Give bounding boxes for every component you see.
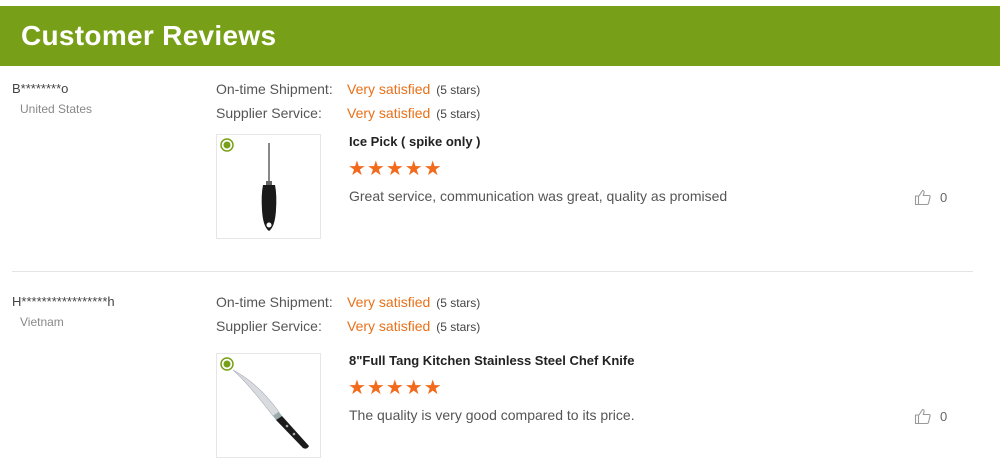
shipment-rating: On-time Shipment: Very satisfied (5 stars)	[216, 294, 480, 310]
service-value: Very satisfied	[347, 318, 431, 334]
review-comment: Great service, communication was great, …	[349, 188, 728, 204]
service-label: Supplier Service:	[216, 105, 322, 121]
shipment-stars: (5 stars)	[436, 83, 481, 97]
service-label: Supplier Service:	[216, 318, 322, 334]
review-comment: The quality is very good compared to its…	[349, 407, 635, 423]
helpful-button[interactable]: 0	[914, 188, 947, 206]
buyer-country: Vietnam	[20, 315, 64, 329]
star-rating: ★★★★★	[348, 158, 443, 180]
review-item: H*****************h Vietnam On-time Ship…	[0, 294, 1000, 474]
star-rating: ★★★★★	[348, 377, 443, 399]
shipment-label: On-time Shipment:	[216, 294, 333, 310]
service-rating: Supplier Service: Very satisfied (5 stars)	[216, 318, 480, 334]
product-thumbnail[interactable]	[216, 353, 321, 458]
buyer-name: B********o	[12, 81, 69, 96]
product-thumbnail[interactable]	[216, 134, 321, 239]
review-divider	[12, 271, 973, 272]
shipment-value: Very satisfied	[347, 294, 431, 310]
service-stars: (5 stars)	[436, 320, 481, 334]
product-name[interactable]: 8"Full Tang Kitchen Stainless Steel Chef…	[349, 353, 634, 368]
helpful-count: 0	[940, 408, 948, 424]
helpful-count: 0	[940, 189, 948, 205]
thumbs-up-icon	[914, 189, 931, 206]
page-title: Customer Reviews	[21, 20, 277, 51]
product-name[interactable]: Ice Pick ( spike only )	[349, 134, 481, 149]
shipment-value: Very satisfied	[347, 81, 431, 97]
thumbs-up-icon	[914, 408, 931, 425]
buyer-country: United States	[20, 102, 93, 116]
buyer-name: H*****************h	[12, 294, 115, 309]
helpful-button[interactable]: 0	[914, 407, 947, 425]
service-stars: (5 stars)	[436, 107, 481, 121]
reviews-header: Customer Reviews	[0, 6, 1000, 66]
verified-badge-icon	[220, 138, 234, 152]
verified-badge-icon	[220, 357, 234, 371]
shipment-label: On-time Shipment:	[216, 81, 333, 97]
shipment-stars: (5 stars)	[436, 296, 481, 310]
shipment-rating: On-time Shipment: Very satisfied (5 stars)	[216, 81, 480, 97]
service-value: Very satisfied	[347, 105, 431, 121]
review-item: B********o United States On-time Shipmen…	[0, 81, 1000, 261]
service-rating: Supplier Service: Very satisfied (5 stars)	[216, 105, 480, 121]
